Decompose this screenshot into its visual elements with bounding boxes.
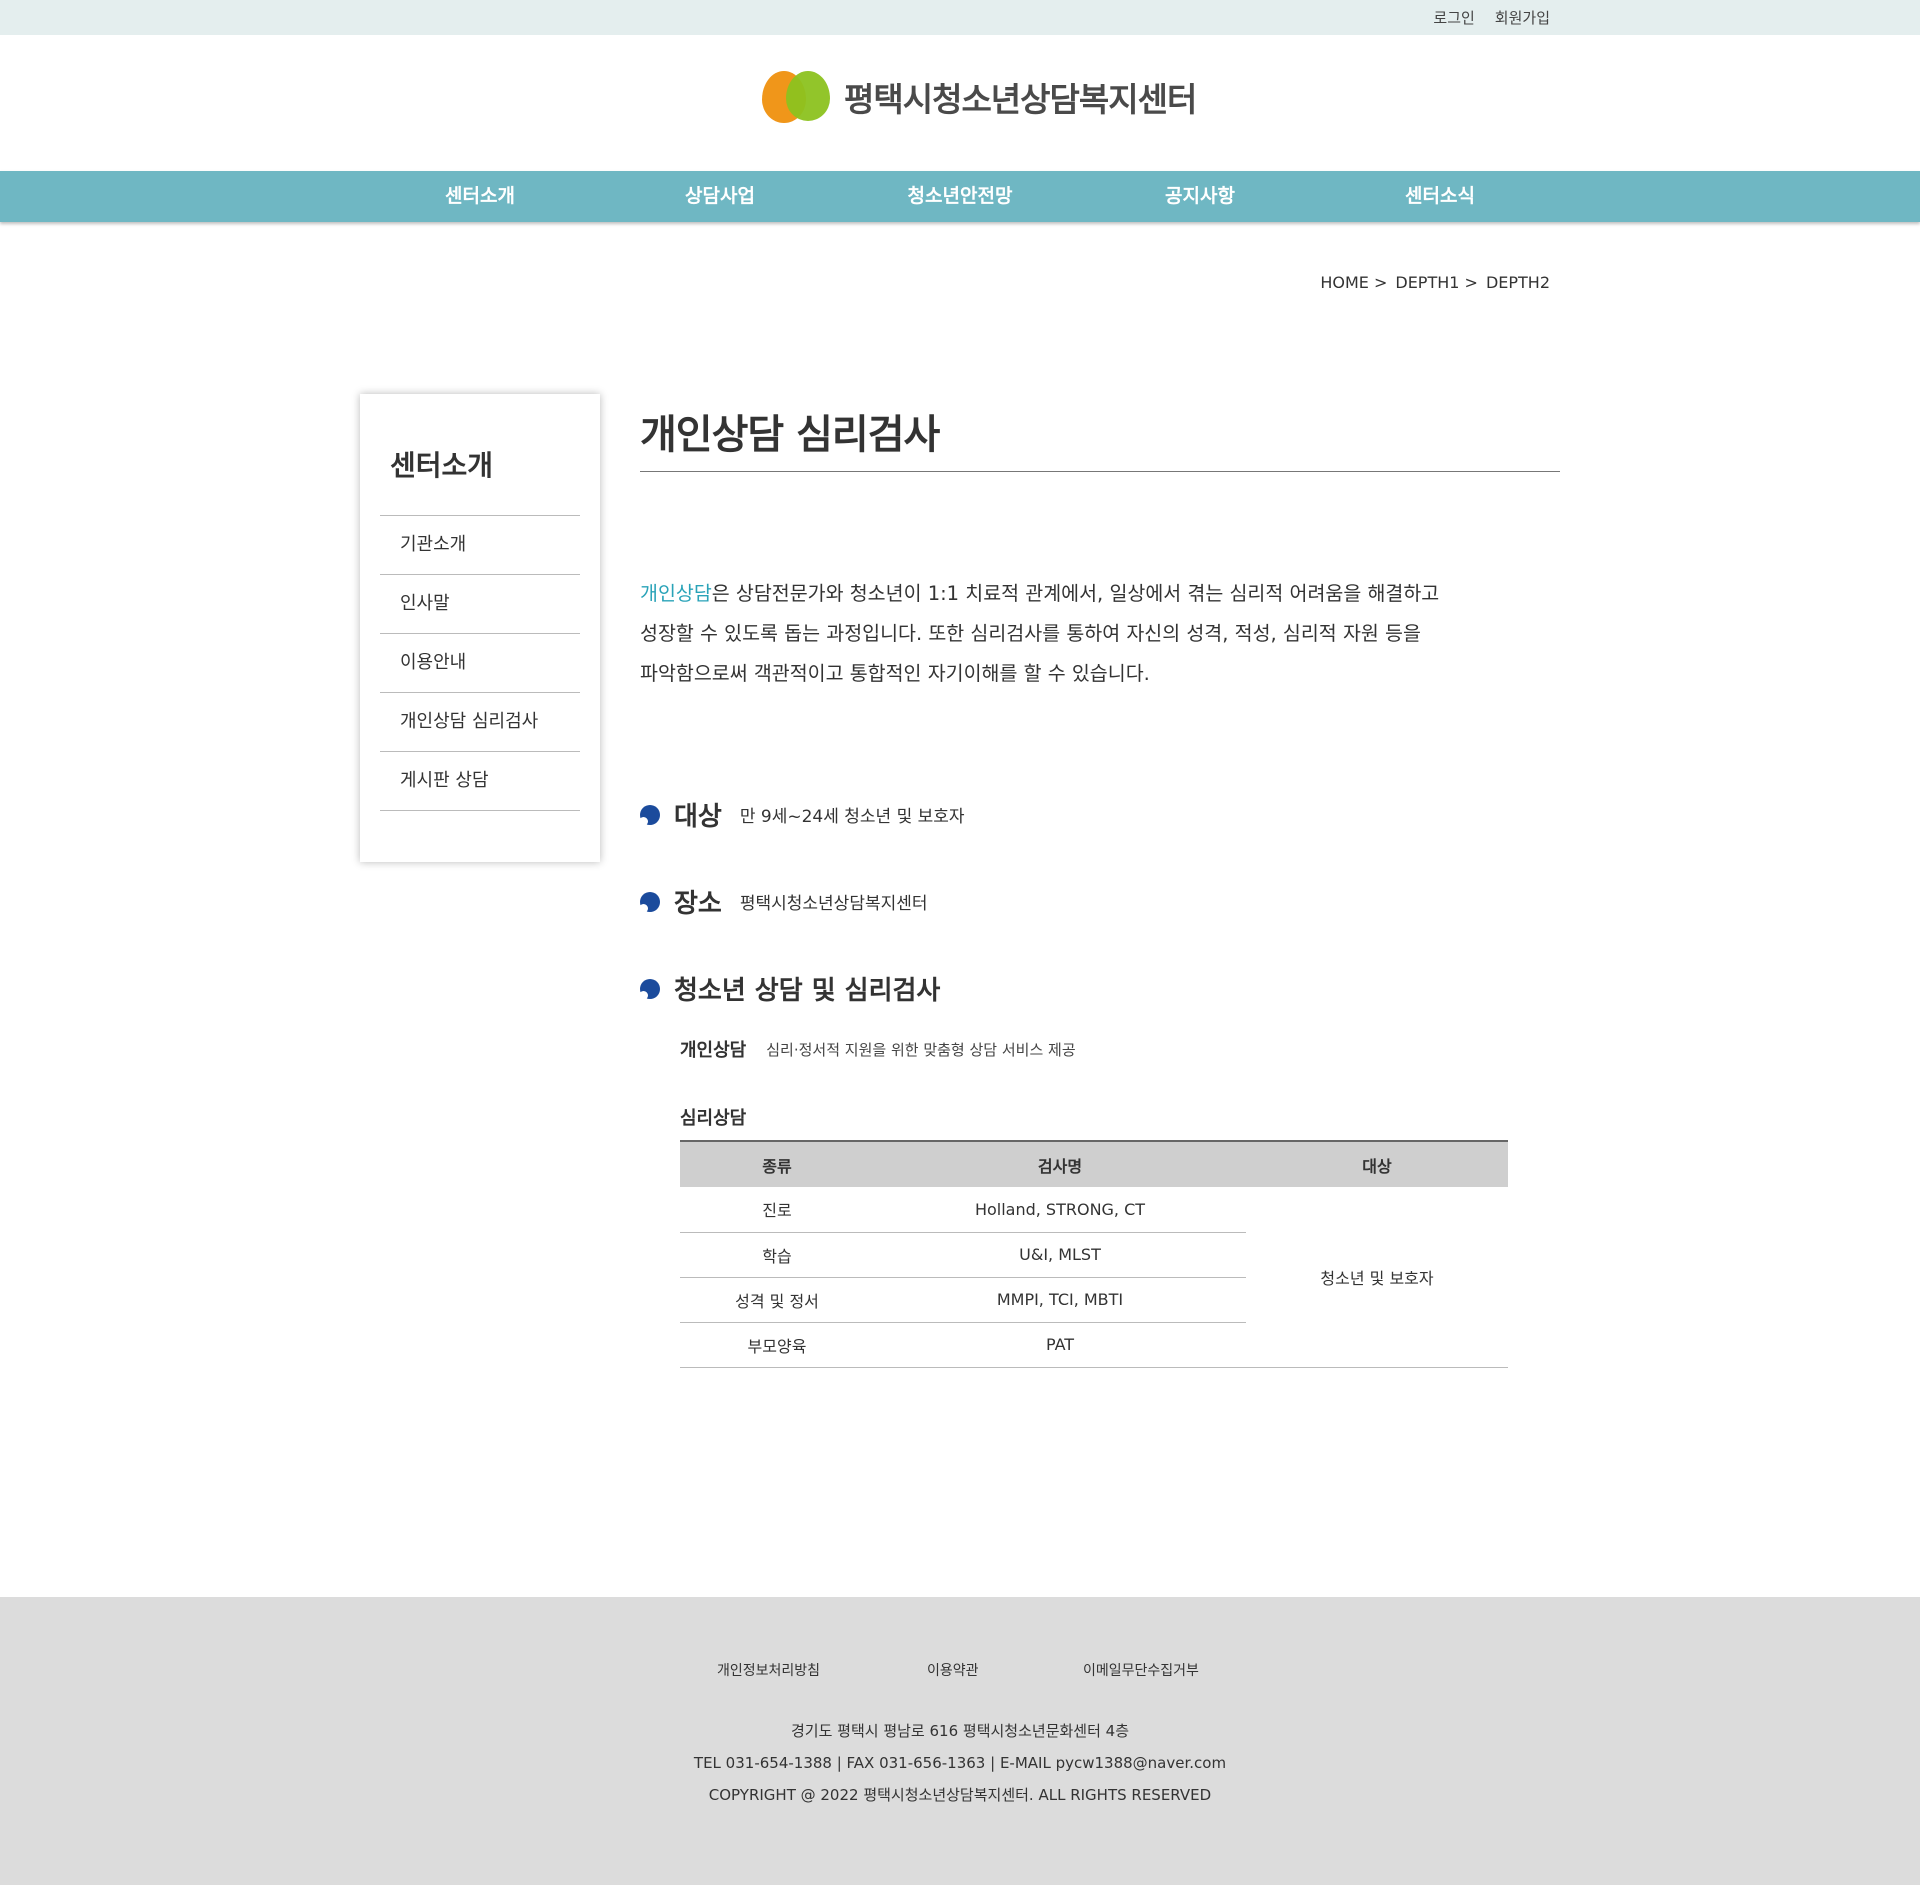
section-counseling-test: 청소년 상담 및 심리검사 xyxy=(639,970,941,1007)
top-links: 로그인 회원가입 xyxy=(1433,7,1550,28)
bullet-icon xyxy=(639,804,660,826)
section-desc: 만 9세~24세 청소년 및 보호자 xyxy=(739,807,965,827)
table-cell: 성격 및 정서 xyxy=(680,1277,874,1323)
logo-icon xyxy=(762,68,830,126)
table-row: 진로 Holland, STRONG, CT 청소년 및 보호자 xyxy=(680,1187,1508,1368)
intro-line2: 성장할 수 있도록 돕는 과정입니다. 또한 심리검사를 통하여 자신의 성격,… xyxy=(640,622,1421,645)
section-title: 청소년 상담 및 심리검사 xyxy=(674,976,941,1006)
page-title: 개인상담 심리검사 xyxy=(640,394,1560,472)
side-menu: 센터소개 기관소개 인사말 이용안내 개인상담 심리검사 게시판 상담 xyxy=(360,394,600,862)
table-cell-target: 청소년 및 보호자 xyxy=(1246,1187,1508,1368)
section-title: 대상 xyxy=(674,802,722,832)
nav-item-counseling[interactable]: 상담사업 xyxy=(600,171,840,222)
intro-line3: 파악함으로써 객관적이고 통합적인 자기이해를 할 수 있습니다. xyxy=(640,662,1150,685)
intro-highlight: 개인상담 xyxy=(640,582,712,605)
individual-counseling-row: 개인상담 심리·정서적 지원을 위한 맞춤형 상담 서비스 제공 xyxy=(680,1036,1076,1062)
footer-copyright: COPYRIGHT @ 2022 평택시청소년상담복지센터. ALL RIGHT… xyxy=(708,1786,1212,1804)
breadcrumb: HOME > DEPTH1 > DEPTH2 xyxy=(1320,273,1550,292)
nav-item-safety-net[interactable]: 청소년안전망 xyxy=(840,171,1080,222)
table-cell: U&I, MLST xyxy=(874,1232,1246,1278)
side-menu-item-counseling-test[interactable]: 개인상담 심리검사 xyxy=(380,693,580,752)
footer-link-email-refusal[interactable]: 이메일무단수집거부 xyxy=(1083,1660,1199,1680)
intro-text: 개인상담은 상담전문가와 청소년이 1:1 치료적 관계에서, 일상에서 겪는 … xyxy=(640,574,1460,694)
nav-item-news[interactable]: 센터소식 xyxy=(1320,171,1560,222)
section-title: 장소 xyxy=(674,889,722,919)
table-cell: MMPI, TCI, MBTI xyxy=(874,1277,1246,1323)
sub-text: 심리·정서적 지원을 위한 맞춤형 상담 서비스 제공 xyxy=(766,1040,1076,1059)
table-cell: 부모양육 xyxy=(680,1322,874,1368)
table-header: 대상 xyxy=(1246,1140,1508,1187)
table-cell: Holland, STRONG, CT xyxy=(874,1187,1246,1233)
section-target: 대상 만 9세~24세 청소년 및 보호자 xyxy=(639,796,965,833)
table-header: 종류 xyxy=(680,1140,874,1187)
side-menu-item-board-counseling[interactable]: 게시판 상담 xyxy=(380,752,580,811)
side-menu-item-about[interactable]: 기관소개 xyxy=(380,516,580,575)
signup-link[interactable]: 회원가입 xyxy=(1495,7,1550,28)
bullet-icon xyxy=(639,891,660,913)
main-content: 개인상담 심리검사 개인상담은 상담전문가와 청소년이 1:1 치료적 관계에서… xyxy=(639,394,1560,1368)
site-logo[interactable]: 평택시청소년상담복지센터 xyxy=(762,68,1197,126)
table-cell: PAT xyxy=(874,1322,1246,1368)
table-title: 심리상담 xyxy=(680,1108,747,1129)
footer-info: 경기도 평택시 평남로 616 평택시청소년문화센터 4층 TEL 031-65… xyxy=(0,1715,1920,1811)
section-desc: 평택시청소년상담복지센터 xyxy=(739,894,928,914)
main-navigation: 센터소개 상담사업 청소년안전망 공지사항 센터소식 xyxy=(0,171,1920,222)
breadcrumb-home[interactable]: HOME > xyxy=(1320,273,1387,292)
nav-item-notice[interactable]: 공지사항 xyxy=(1080,171,1320,222)
top-utility-bar: 로그인 회원가입 xyxy=(0,0,1920,35)
breadcrumb-depth1[interactable]: DEPTH1 > xyxy=(1395,273,1478,292)
footer: 개인정보처리방침 이용약관 이메일무단수집거부 경기도 평택시 평남로 616 … xyxy=(0,1597,1920,1885)
table-cell: 학습 xyxy=(680,1232,874,1278)
section-location: 장소 평택시청소년상담복지센터 xyxy=(639,883,928,920)
intro-line1: 은 상담전문가와 청소년이 1:1 치료적 관계에서, 일상에서 겪는 심리적 … xyxy=(711,582,1440,605)
bullet-icon xyxy=(639,978,660,1000)
table-header: 검사명 xyxy=(874,1140,1246,1187)
table-header-row: 종류 검사명 대상 xyxy=(680,1140,1508,1187)
side-menu-item-greeting[interactable]: 인사말 xyxy=(380,575,580,634)
sub-label: 개인상담 xyxy=(680,1040,747,1061)
side-menu-title: 센터소개 xyxy=(390,449,494,482)
footer-link-privacy[interactable]: 개인정보처리방침 xyxy=(717,1660,820,1680)
footer-link-terms[interactable]: 이용약관 xyxy=(927,1660,979,1680)
side-menu-item-guide[interactable]: 이용안내 xyxy=(380,634,580,693)
footer-address: 경기도 평택시 평남로 616 평택시청소년문화센터 4층 xyxy=(790,1722,1130,1740)
logo-text: 평택시청소년상담복지센터 xyxy=(844,80,1197,119)
table-cell: 진로 xyxy=(680,1187,874,1233)
side-menu-list: 기관소개 인사말 이용안내 개인상담 심리검사 게시판 상담 xyxy=(380,515,580,811)
nav-item-center-intro[interactable]: 센터소개 xyxy=(360,171,600,222)
login-link[interactable]: 로그인 xyxy=(1433,7,1474,28)
test-table: 종류 검사명 대상 진로 Holland, STRONG, CT 청소년 및 보… xyxy=(680,1140,1508,1368)
breadcrumb-depth2: DEPTH2 xyxy=(1485,273,1550,292)
footer-contact: TEL 031-654-1388 | FAX 031-656-1363 | E-… xyxy=(693,1754,1227,1772)
